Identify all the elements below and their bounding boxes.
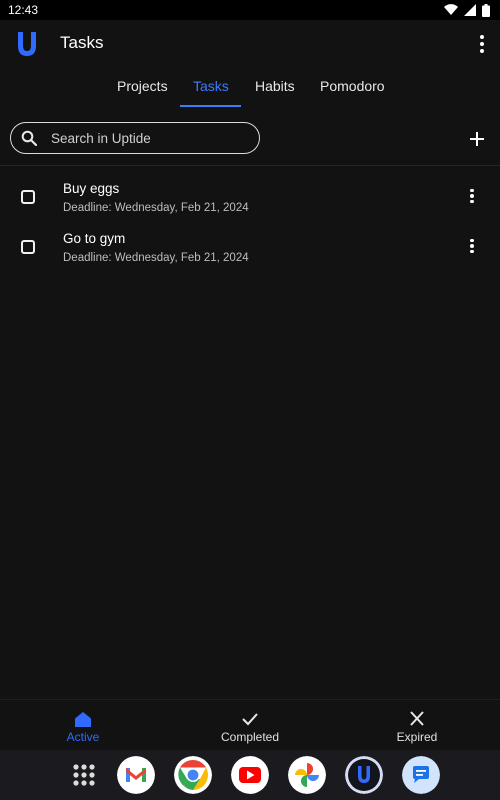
search-placeholder: Search in Uptide <box>51 131 151 146</box>
add-task-button[interactable] <box>464 126 490 152</box>
home-icon <box>75 712 91 727</box>
nav-expired[interactable]: Expired <box>367 710 467 744</box>
bottom-navigation: Active Completed Expired <box>0 699 500 751</box>
task-checkbox[interactable] <box>21 190 35 204</box>
tab-bar: Projects Tasks Habits Pomodoro <box>0 68 500 108</box>
uptide-logo-icon <box>18 32 36 56</box>
photos-icon[interactable] <box>288 756 326 794</box>
check-icon <box>242 713 258 726</box>
task-more-options-icon[interactable] <box>466 235 478 257</box>
cellular-icon <box>464 4 476 16</box>
nav-label: Expired <box>396 730 438 744</box>
task-more-options-icon[interactable] <box>466 185 478 207</box>
launcher-dock <box>0 750 500 800</box>
search-input[interactable]: Search in Uptide <box>10 122 260 154</box>
close-icon <box>410 711 424 726</box>
status-icons <box>444 3 490 17</box>
app-bar: Tasks <box>0 20 500 68</box>
uptide-icon[interactable] <box>345 756 383 794</box>
nav-label: Completed <box>220 730 280 744</box>
gmail-icon[interactable] <box>117 756 155 794</box>
messages-icon[interactable] <box>402 756 440 794</box>
chrome-icon[interactable] <box>174 756 212 794</box>
battery-icon <box>482 3 490 17</box>
page-title: Tasks <box>60 33 104 52</box>
tab-pomodoro[interactable]: Pomodoro <box>320 78 385 94</box>
active-tab-indicator <box>180 105 241 107</box>
search-icon <box>21 130 37 146</box>
more-options-icon[interactable] <box>476 32 488 56</box>
app-drawer-icon[interactable] <box>65 756 103 794</box>
task-item[interactable]: Go to gym Deadline: Wednesday, Feb 21, 2… <box>0 225 500 275</box>
nav-completed[interactable]: Completed <box>200 710 300 744</box>
tab-habits[interactable]: Habits <box>255 78 295 94</box>
task-item[interactable]: Buy eggs Deadline: Wednesday, Feb 21, 20… <box>0 175 500 225</box>
nav-label: Active <box>66 730 100 744</box>
divider <box>0 165 500 166</box>
task-title: Go to gym <box>63 231 126 246</box>
nav-active[interactable]: Active <box>33 710 133 744</box>
task-checkbox[interactable] <box>21 240 35 254</box>
task-title: Buy eggs <box>63 181 120 196</box>
task-deadline: Deadline: Wednesday, Feb 21, 2024 <box>63 202 249 214</box>
wifi-icon <box>444 4 458 16</box>
tab-projects[interactable]: Projects <box>117 78 168 94</box>
youtube-icon[interactable] <box>231 756 269 794</box>
status-bar: 12:43 <box>0 0 500 20</box>
task-deadline: Deadline: Wednesday, Feb 21, 2024 <box>63 252 249 264</box>
status-time: 12:43 <box>8 3 39 17</box>
tab-tasks[interactable]: Tasks <box>193 78 229 94</box>
